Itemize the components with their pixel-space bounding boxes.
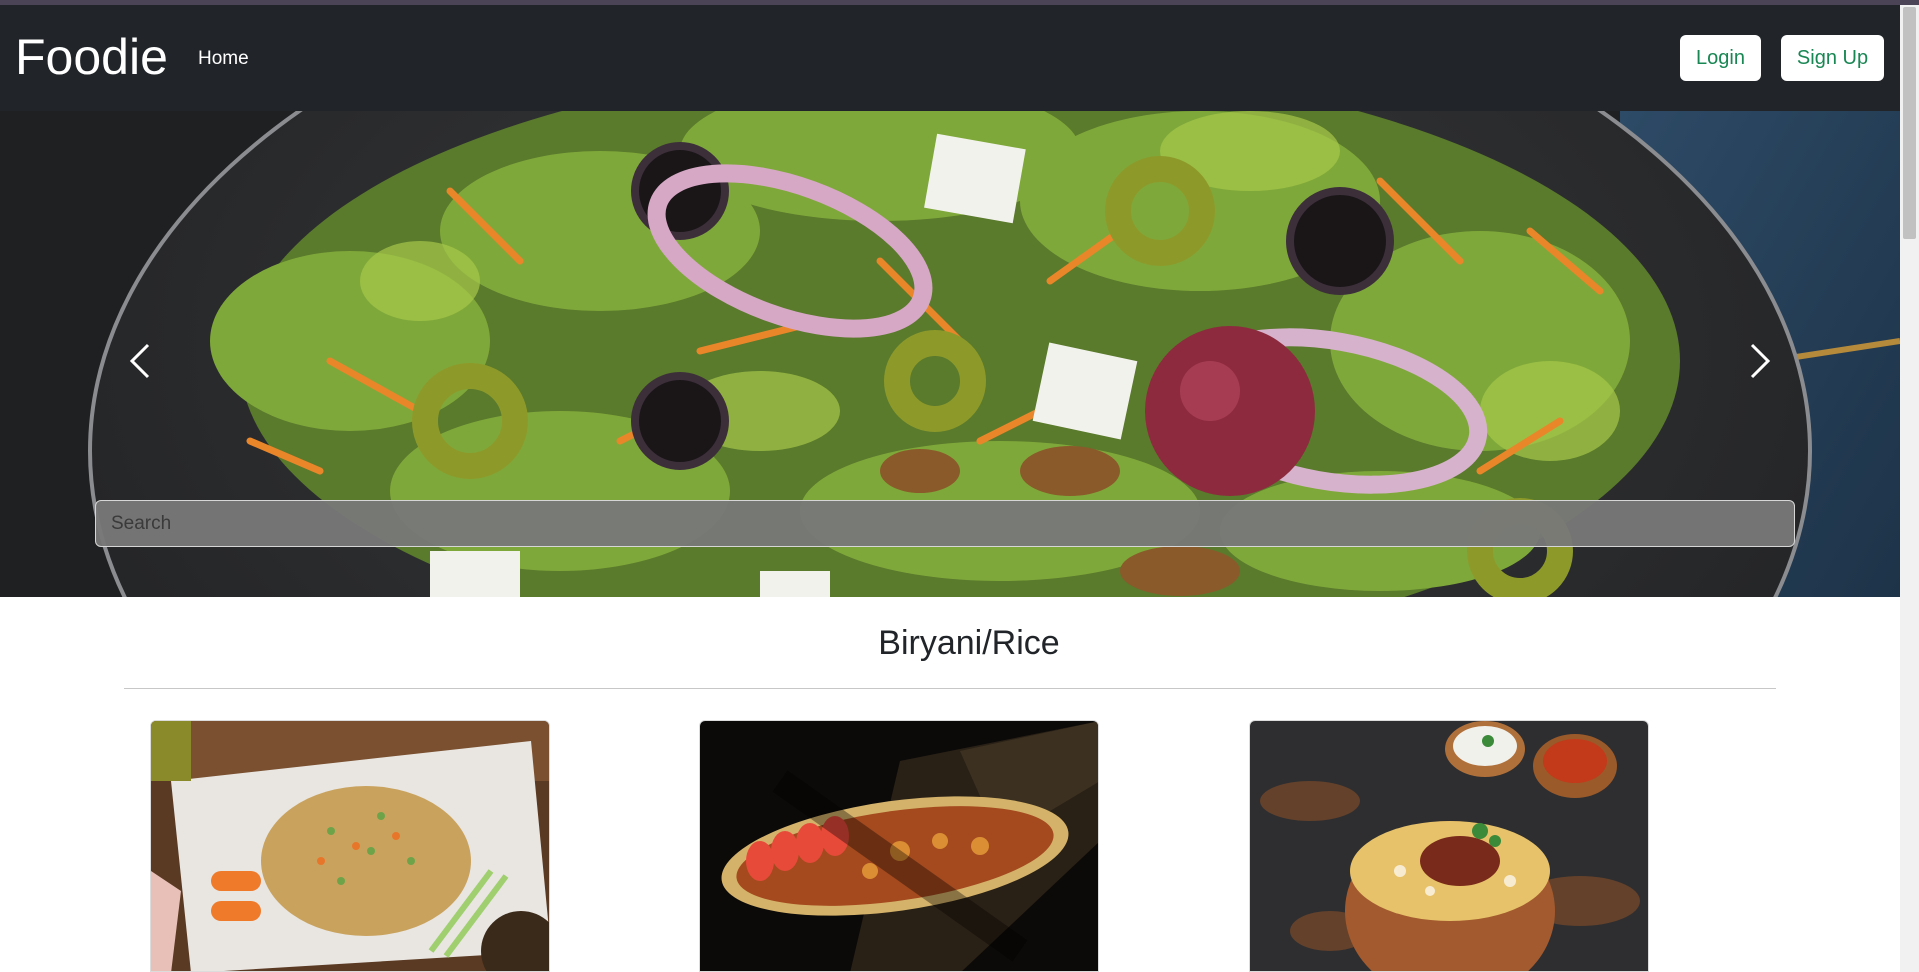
scrollbar-thumb[interactable] xyxy=(1903,7,1916,239)
food-card[interactable] xyxy=(699,720,1099,972)
login-button[interactable]: Login xyxy=(1680,35,1761,81)
food-card[interactable] xyxy=(150,720,550,972)
biryani-bowl-photo xyxy=(1250,721,1648,971)
page: Foodie Home Login Sign Up Search Biryani… xyxy=(0,0,1919,972)
carousel-next-button[interactable] xyxy=(1728,331,1788,391)
biryani-platter-photo xyxy=(700,721,1098,971)
fried-rice-photo xyxy=(151,721,549,971)
chevron-right-icon xyxy=(1750,343,1771,379)
signup-button[interactable]: Sign Up xyxy=(1781,35,1884,81)
chevron-left-icon xyxy=(129,343,150,379)
brand-logo[interactable]: Foodie xyxy=(15,27,168,87)
section-divider xyxy=(124,688,1776,689)
vertical-scrollbar[interactable] xyxy=(1900,5,1919,972)
search-input[interactable] xyxy=(95,500,1795,547)
nav-link-home[interactable]: Home xyxy=(198,47,249,71)
hero-carousel xyxy=(0,111,1900,597)
carousel-prev-button[interactable] xyxy=(112,331,172,391)
navbar: Foodie Home Login Sign Up xyxy=(0,5,1900,111)
food-card[interactable] xyxy=(1249,720,1649,972)
section-title: Biryani/Rice xyxy=(878,624,1060,662)
